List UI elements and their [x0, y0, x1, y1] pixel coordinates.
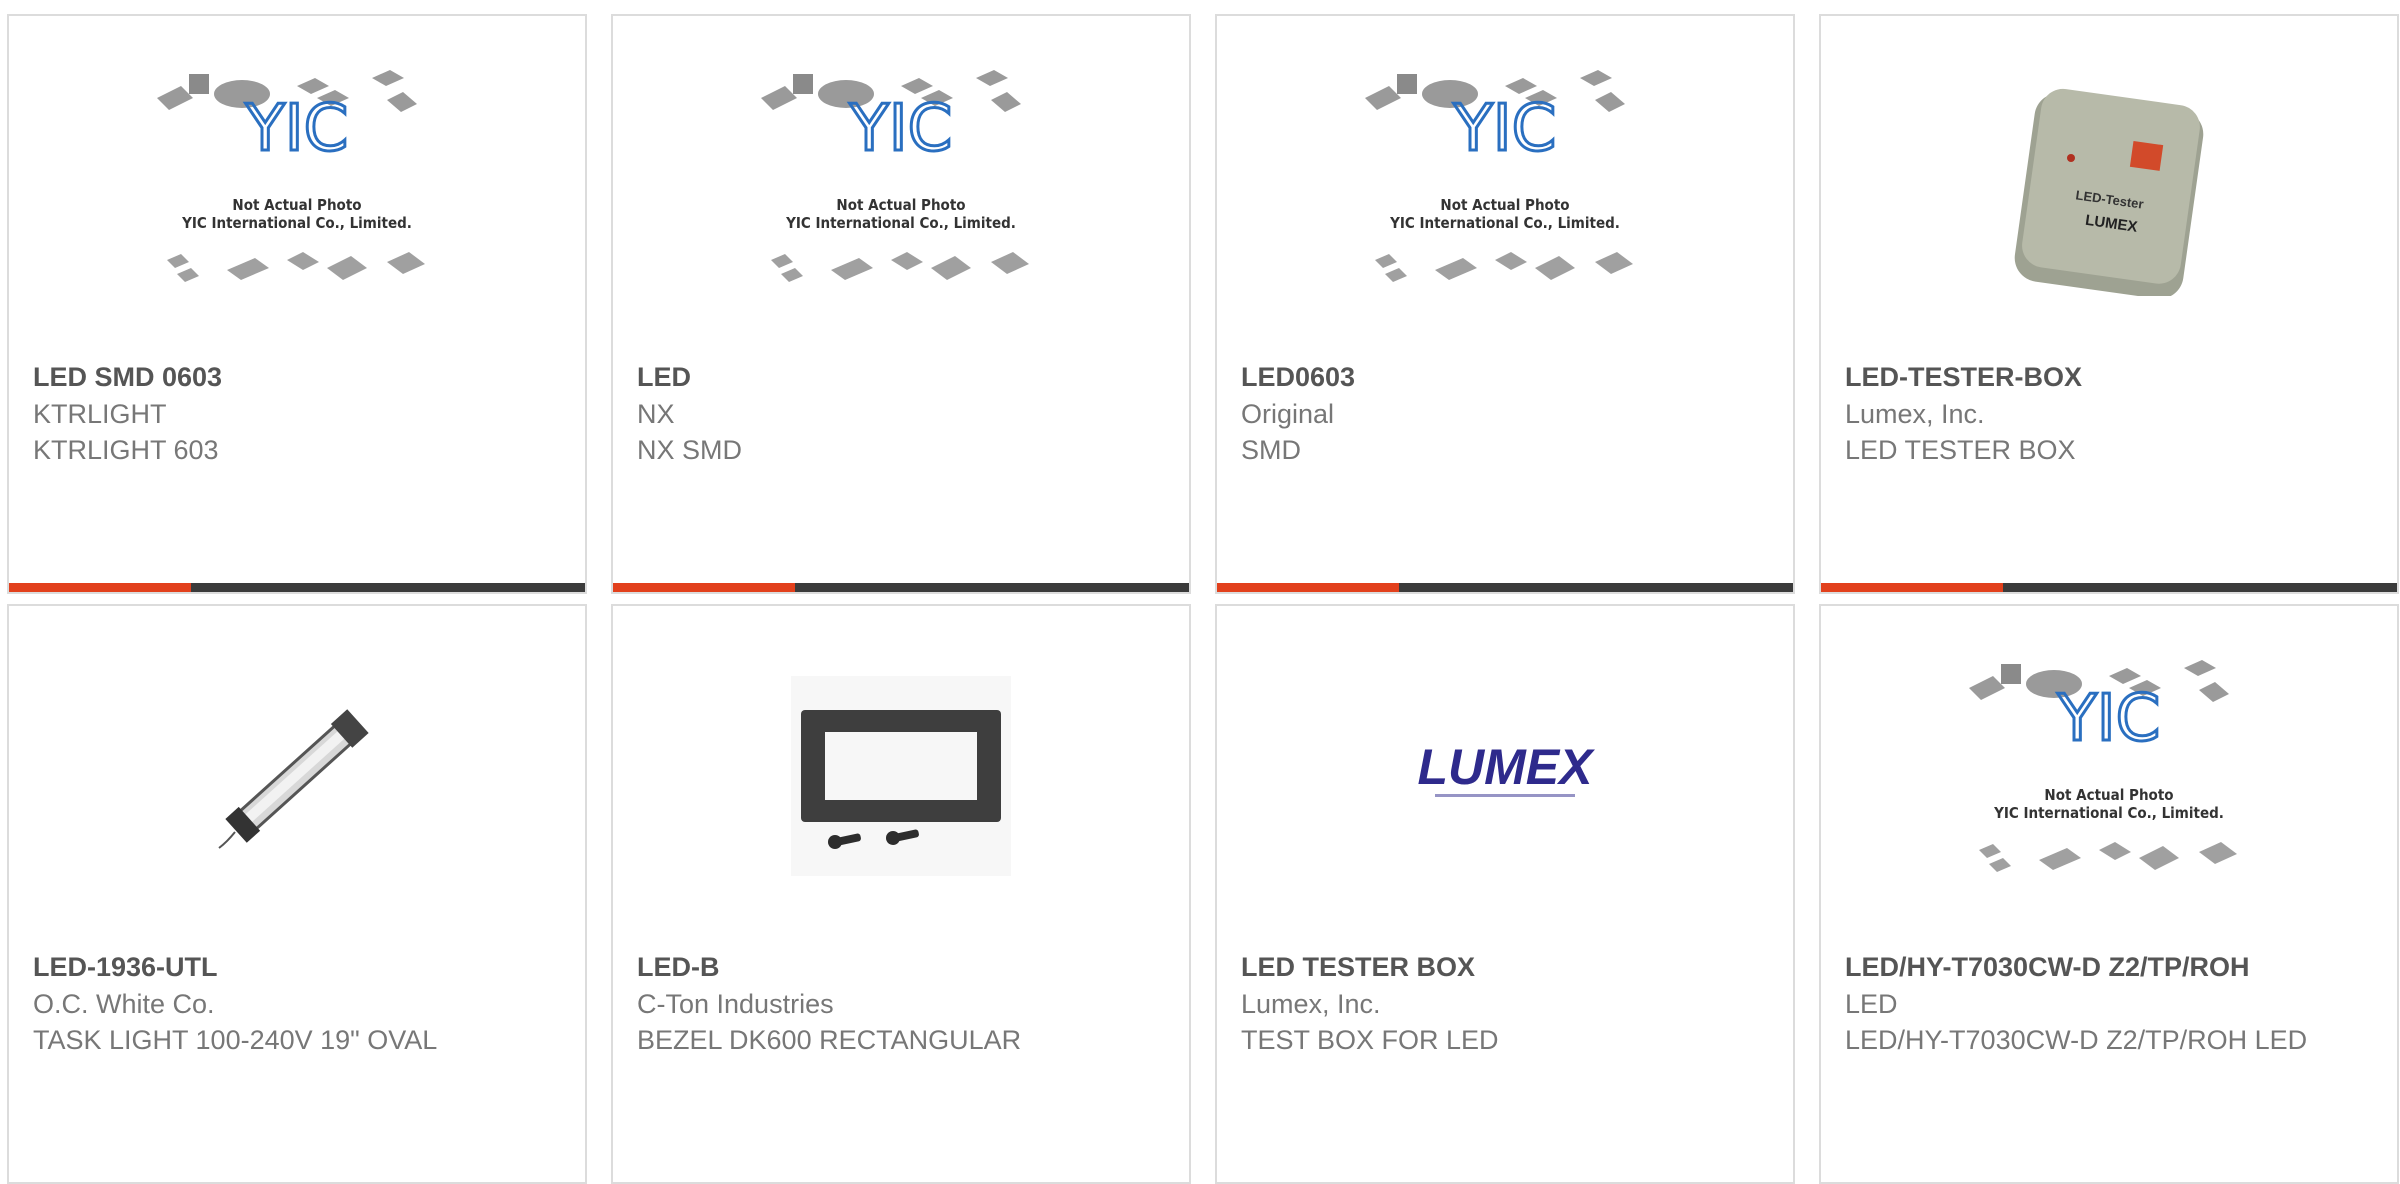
card-bar	[1821, 583, 2397, 592]
image-caption-2: YIC International Co., Limited.	[785, 214, 1016, 232]
yic-placeholder-image: YIC Not Actual Photo YIC International C…	[761, 70, 1029, 282]
description: TASK LIGHT 100-240V 19" OVAL	[33, 1025, 438, 1055]
card-bar-accent	[613, 583, 795, 592]
part-number[interactable]: LED TESTER BOX	[1241, 949, 1773, 986]
description: KTRLIGHT 603	[33, 435, 219, 465]
product-image[interactable]	[9, 606, 585, 946]
card-bar	[1217, 583, 1793, 592]
lumex-logo: LUMEX	[1418, 739, 1596, 797]
product-card[interactable]: LED-Tester LUMEX LED-TESTER-BOX Lumex, I…	[1819, 14, 2399, 594]
product-card[interactable]: YIC Not Actual Photo YIC International C…	[611, 14, 1191, 594]
description: NX SMD	[637, 435, 743, 465]
svg-text:YIC: YIC	[1453, 92, 1557, 166]
product-card[interactable]: LUMEX LED TESTER BOX Lumex, Inc. TEST BO…	[1215, 604, 1795, 1184]
manufacturer: Lumex, Inc.	[1241, 989, 1381, 1019]
product-image[interactable]: YIC Not Actual Photo YIC International C…	[1821, 606, 2397, 946]
manufacturer: Lumex, Inc.	[1845, 399, 1985, 429]
description: SMD	[1241, 435, 1301, 465]
product-image[interactable]: YIC Not Actual Photo YIC International C…	[613, 16, 1189, 356]
manufacturer: LED	[1845, 989, 1898, 1019]
image-caption-2: YIC International Co., Limited.	[1389, 214, 1620, 232]
yic-placeholder-image: YIC Not Actual Photo YIC International C…	[157, 70, 425, 282]
description: TEST BOX FOR LED	[1241, 1025, 1499, 1055]
part-number[interactable]: LED-TESTER-BOX	[1845, 359, 2377, 396]
svg-text:YIC: YIC	[849, 92, 953, 166]
product-card[interactable]: LED-1936-UTL O.C. White Co. TASK LIGHT 1…	[7, 604, 587, 1184]
svg-text:YIC: YIC	[2057, 682, 2161, 756]
lumex-logo-text: LUMEX	[1418, 739, 1596, 795]
image-caption-1: Not Actual Photo	[836, 196, 965, 214]
part-number[interactable]: LED-1936-UTL	[33, 949, 565, 986]
product-image[interactable]: LUMEX	[1217, 606, 1793, 946]
manufacturer: C-Ton Industries	[637, 989, 834, 1019]
product-image[interactable]	[613, 606, 1189, 946]
product-grid: YIC Not Actual Photo YIC International C…	[0, 0, 2400, 1184]
yic-placeholder-image: YIC Not Actual Photo YIC International C…	[1969, 660, 2237, 872]
card-bar	[9, 583, 585, 592]
manufacturer: NX	[637, 399, 675, 429]
card-bar-accent	[1217, 583, 1399, 592]
part-number[interactable]: LED-B	[637, 949, 1169, 986]
product-card[interactable]: YIC Not Actual Photo YIC International C…	[1215, 14, 1795, 594]
product-image[interactable]: YIC Not Actual Photo YIC International C…	[9, 16, 585, 356]
manufacturer: KTRLIGHT	[33, 399, 167, 429]
card-bar-accent	[1821, 583, 2003, 592]
product-image[interactable]: LED-Tester LUMEX	[1821, 16, 2397, 356]
card-bar-accent	[9, 583, 191, 592]
product-card[interactable]: LED-B C-Ton Industries BEZEL DK600 RECTA…	[611, 604, 1191, 1184]
product-card[interactable]: YIC Not Actual Photo YIC International C…	[7, 14, 587, 594]
description: LED TESTER BOX	[1845, 435, 2076, 465]
image-caption-1: Not Actual Photo	[232, 196, 361, 214]
part-number[interactable]: LED	[637, 359, 1169, 396]
card-bar	[613, 583, 1189, 592]
product-image[interactable]: YIC Not Actual Photo YIC International C…	[1217, 16, 1793, 356]
manufacturer: Original	[1241, 399, 1335, 429]
image-caption-2: YIC International Co., Limited.	[181, 214, 412, 232]
image-caption-2: YIC International Co., Limited.	[1993, 804, 2224, 822]
task-light-photo	[218, 709, 369, 849]
image-caption-1: Not Actual Photo	[1440, 196, 1569, 214]
manufacturer: O.C. White Co.	[33, 989, 215, 1019]
svg-text:YIC: YIC	[245, 92, 349, 166]
part-number[interactable]: LED/HY-T7030CW-D Z2/TP/ROH	[1845, 949, 2377, 986]
part-number[interactable]: LED0603	[1241, 359, 1773, 396]
product-card[interactable]: YIC Not Actual Photo YIC International C…	[1819, 604, 2399, 1184]
part-number[interactable]: LED SMD 0603	[33, 359, 565, 396]
led-tester-photo: LED-Tester LUMEX	[2014, 88, 2204, 296]
image-caption-1: Not Actual Photo	[2044, 786, 2173, 804]
description: LED/HY-T7030CW-D Z2/TP/ROH LED	[1845, 1025, 2308, 1055]
bezel-photo	[791, 676, 1011, 876]
description: BEZEL DK600 RECTANGULAR	[637, 1025, 1022, 1055]
yic-placeholder-image: YIC Not Actual Photo YIC International C…	[1365, 70, 1633, 282]
